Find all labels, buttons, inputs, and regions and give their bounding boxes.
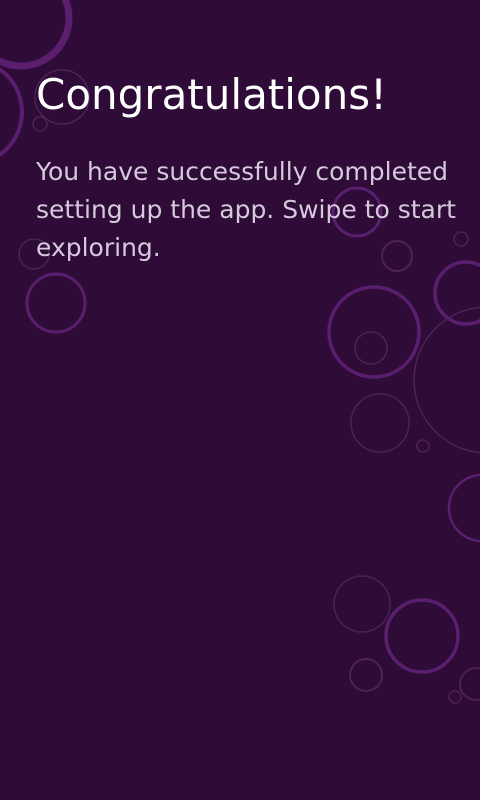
bubble-circle <box>384 598 460 674</box>
bubble-circle <box>25 272 87 334</box>
bubble-circle <box>447 473 480 543</box>
page-title: Congratulations! <box>36 70 387 119</box>
bubble-circle <box>354 331 388 365</box>
bubble-circle <box>459 667 480 701</box>
bubble-circle <box>433 260 480 326</box>
bubble-circle <box>416 439 430 453</box>
bubble-circle <box>448 690 462 704</box>
bubble-circle <box>333 575 391 633</box>
bubble-circle <box>350 393 410 453</box>
bubble-circle <box>413 306 480 454</box>
content-panel: Congratulations! You have successfully c… <box>36 66 466 267</box>
bubble-circle <box>349 658 383 692</box>
bubble-circle <box>0 0 73 70</box>
bubble-circle <box>0 67 24 157</box>
completion-message: You have successfully completed setting … <box>36 157 456 262</box>
